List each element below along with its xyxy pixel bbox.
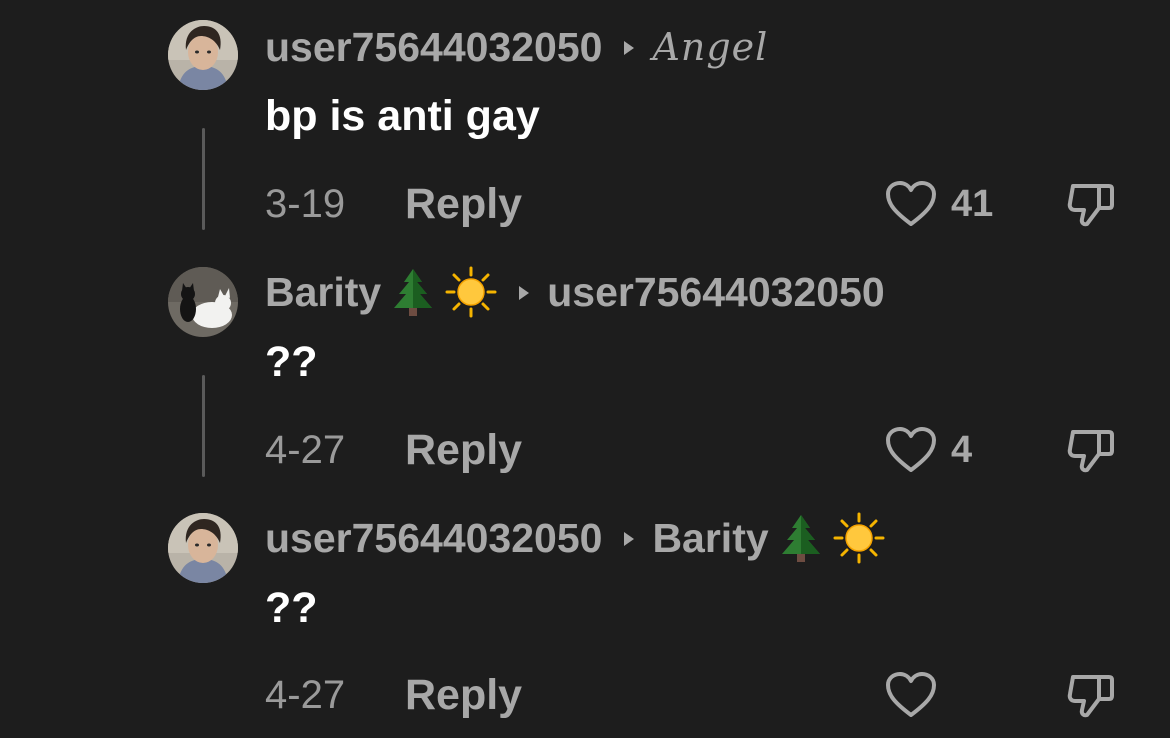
author-name[interactable]: user75644032050: [265, 515, 602, 562]
sun-icon: [833, 512, 885, 564]
reply-button[interactable]: Reply: [405, 671, 522, 720]
reply-to-name[interactable]: Barity: [652, 515, 768, 562]
person-photo-avatar-icon: [168, 513, 238, 583]
comment-date: 4-27: [265, 672, 346, 717]
like-button[interactable]: [885, 671, 937, 719]
comment-text: ??: [265, 584, 318, 632]
user-avatar[interactable]: [168, 513, 238, 583]
thumbs-down-icon: [1065, 669, 1117, 721]
comment-header: user75644032050 Barity: [265, 512, 885, 564]
comment-item: user75644032050 Barity ?? 4-27 Reply: [0, 0, 1170, 738]
reply-arrow-icon: [624, 532, 635, 546]
dislike-button[interactable]: [1065, 669, 1117, 726]
heart-icon: [885, 671, 937, 719]
comment-meta: 4-27 Reply: [265, 671, 522, 719]
evergreen-tree-icon: [775, 512, 827, 564]
